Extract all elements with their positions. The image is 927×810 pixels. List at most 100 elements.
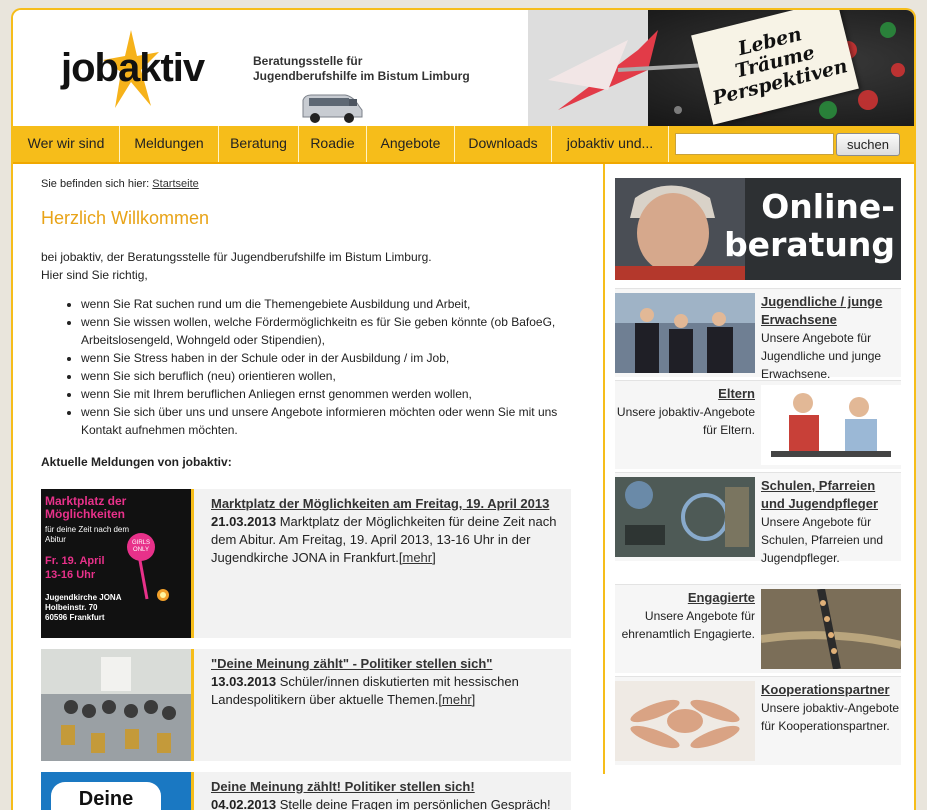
- news-more-link[interactable]: mehr: [402, 550, 432, 565]
- sidebar-item-text: Eltern Unsere jobaktiv-Angebote für Elte…: [615, 385, 755, 439]
- poster-subtitle: für deine Zeit nach dem Abitur: [45, 525, 130, 544]
- nav-item-downloads[interactable]: Downloads: [455, 126, 552, 162]
- news-title-link[interactable]: Marktplatz der Möglichkeiten am Freitag,…: [211, 495, 561, 513]
- news-thumb-poster[interactable]: Deine: [41, 772, 194, 810]
- main-nav: Wer wir sind Meldungen Beratung Roadie A…: [13, 126, 914, 164]
- intro-line-2: Hier sind Sie richtig,: [41, 268, 148, 282]
- sidebar-item-text: Kooperationspartner Unsere jobaktiv-Ange…: [761, 681, 901, 735]
- sidebar-item-description: Unsere jobaktiv-Angebote für Kooperation…: [761, 701, 900, 733]
- onlineberatung-banner[interactable]: Online- beratung: [615, 178, 901, 280]
- nav-item-beratung[interactable]: Beratung: [219, 126, 299, 162]
- jugendliche-image: [615, 293, 755, 373]
- poster-address-line: Holbeinstr. 70: [45, 603, 98, 612]
- group-photo: [615, 293, 755, 373]
- news-title-link[interactable]: "Deine Meinung zählt" - Politiker stelle…: [211, 655, 561, 673]
- sidebar-item-text: Schulen, Pfarreien und Jugendpfleger Uns…: [761, 477, 901, 567]
- news-title-link[interactable]: Deine Meinung zählt! Politiker stellen s…: [211, 778, 561, 796]
- engagierte-image: [761, 589, 901, 669]
- eltern-image: [761, 385, 901, 465]
- sidebar-item-description: Unsere Angebote für Jugendliche und jung…: [761, 331, 882, 381]
- tagline-line-2: Jugendberufshilfe im Bistum Limburg: [253, 69, 470, 83]
- parent-talk-photo: [761, 385, 901, 465]
- bracket-close: ]: [471, 692, 476, 707]
- nav-item-roadie[interactable]: Roadie: [299, 126, 367, 162]
- sidebar-item-text: Engagierte Unsere Angebote für ehrenamtl…: [615, 589, 755, 643]
- search-input[interactable]: [675, 133, 834, 155]
- poster-address-line: Jugendkirche JONA: [45, 593, 122, 602]
- news-date: 04.02.2013: [211, 797, 277, 810]
- sidebar-item-jugendliche[interactable]: Jugendliche / junge Erwachsene Unsere An…: [615, 288, 901, 381]
- sidebar-item-description: Unsere Angebote für ehrenamtlich Engagie…: [621, 609, 755, 641]
- list-item: wenn Sie sich über uns und unsere Angebo…: [81, 403, 601, 439]
- list-item: wenn Sie sich beruflich (neu) orientiere…: [81, 367, 601, 385]
- hands-photo: [615, 681, 755, 761]
- news-more-link[interactable]: mehr: [442, 692, 472, 707]
- online-line-1: Online-: [761, 187, 895, 226]
- poster-headline: Marktplatz der Möglichkeiten: [45, 494, 127, 521]
- news-heading: Aktuelle Meldungen von jobaktiv:: [41, 455, 232, 469]
- van-icon: [302, 94, 363, 123]
- breadcrumb-prefix: Sie befinden sich hier:: [41, 178, 150, 190]
- logo-text: jobaktiv: [61, 46, 205, 90]
- sidebar-item-title[interactable]: Jugendliche / junge Erwachsene: [761, 293, 901, 329]
- news-body: Marktplatz der Möglichkeiten am Freitag,…: [211, 495, 561, 567]
- header-banner: Leben Träume Perspektiven: [528, 10, 914, 126]
- poster-address: Jugendkirche JONA Holbeinstr. 70 60596 F…: [45, 593, 141, 623]
- poster-date: Fr. 19. April: [45, 555, 105, 567]
- page-frame: jobaktiv Beratungsstelle für Jugendberuf…: [11, 8, 916, 810]
- bracket-close: ]: [432, 550, 436, 565]
- thumb-text: Deine: [51, 782, 161, 810]
- nav-item-meldungen[interactable]: Meldungen: [120, 126, 219, 162]
- schulen-image: [615, 477, 755, 557]
- nav-item-jobaktiv-und[interactable]: jobaktiv und...: [552, 126, 669, 162]
- news-text: Stelle deine Fragen im persönlichen Gesp…: [276, 797, 551, 810]
- poster-address-line: 60596 Frankfurt: [45, 613, 105, 622]
- online-line-2: beratung: [724, 225, 895, 264]
- site-header: jobaktiv Beratungsstelle für Jugendberuf…: [13, 10, 914, 126]
- page-title: Herzlich Willkommen: [41, 208, 210, 228]
- sidebar-item-title[interactable]: Engagierte: [615, 589, 755, 607]
- sidebar-item-eltern[interactable]: Eltern Unsere jobaktiv-Angebote für Elte…: [615, 380, 901, 469]
- news-date: 21.03.2013: [211, 514, 277, 529]
- news-thumb-poster[interactable]: Marktplatz der Möglichkeiten für deine Z…: [41, 489, 194, 638]
- tagline-line-1: Beratungsstelle für: [253, 54, 363, 68]
- tools-photo: [615, 477, 755, 557]
- poster-time: 13-16 Uhr: [45, 569, 96, 581]
- list-item: wenn Sie Rat suchen rund um die Themenge…: [81, 295, 601, 313]
- sidebar-item-schulen[interactable]: Schulen, Pfarreien und Jugendpfleger Uns…: [615, 472, 901, 565]
- list-item: wenn Sie mit Ihrem beruflichen Anliegen …: [81, 385, 601, 403]
- list-item: wenn Sie wissen wollen, welche Fördermög…: [81, 313, 601, 349]
- news-body: "Deine Meinung zählt" - Politiker stelle…: [211, 655, 561, 709]
- sidebar-item-title[interactable]: Eltern: [615, 385, 755, 403]
- rowing-photo: [761, 589, 901, 669]
- kooperation-image: [615, 681, 755, 761]
- site-tagline: Beratungsstelle für Jugendberufshilfe im…: [253, 54, 470, 84]
- list-item: wenn Sie Stress haben in der Schule oder…: [81, 349, 601, 367]
- jobaktiv-logo[interactable]: jobaktiv: [57, 28, 247, 110]
- breadcrumb: Sie befinden sich hier: Startseite: [41, 178, 199, 190]
- news-date: 13.03.2013: [211, 674, 277, 689]
- nav-item-wer-wir-sind[interactable]: Wer wir sind: [13, 126, 120, 162]
- sidebar-item-engagierte[interactable]: Engagierte Unsere Angebote für ehrenamtl…: [615, 584, 901, 673]
- sidebar-item-kooperationspartner[interactable]: Kooperationspartner Unsere jobaktiv-Ange…: [615, 676, 901, 765]
- news-item: Deine Deine Meinung zählt! Politiker ste…: [41, 772, 571, 810]
- news-item: "Deine Meinung zählt" - Politiker stelle…: [41, 649, 571, 761]
- sidebar-item-description: Unsere jobaktiv-Angebote für Eltern.: [616, 405, 755, 437]
- intro-text: bei jobaktiv, der Beratungsstelle für Ju…: [41, 248, 581, 284]
- nav-item-angebote[interactable]: Angebote: [367, 126, 455, 162]
- sidebar-divider: [603, 164, 605, 774]
- sidebar-item-text: Jugendliche / junge Erwachsene Unsere An…: [761, 293, 901, 383]
- sidebar-item-title[interactable]: Kooperationspartner: [761, 681, 901, 699]
- news-thumb-photo[interactable]: [41, 649, 194, 761]
- breadcrumb-link-startseite[interactable]: Startseite: [152, 178, 198, 190]
- news-body: Deine Meinung zählt! Politiker stellen s…: [211, 778, 561, 810]
- onlineberatung-text: Online- beratung: [724, 188, 895, 264]
- search-button[interactable]: suchen: [836, 133, 900, 156]
- main-content: Sie befinden sich hier: Startseite Herzl…: [13, 164, 603, 810]
- discussion-photo: [41, 649, 191, 761]
- news-item: Marktplatz der Möglichkeiten für deine Z…: [41, 489, 571, 638]
- sidebar-item-title[interactable]: Schulen, Pfarreien und Jugendpfleger: [761, 477, 901, 513]
- sidebar-item-description: Unsere Angebote für Schulen, Pfarreien u…: [761, 515, 884, 565]
- intro-line-1: bei jobaktiv, der Beratungsstelle für Ju…: [41, 250, 432, 264]
- benefit-list: wenn Sie Rat suchen rund um die Themenge…: [63, 295, 601, 439]
